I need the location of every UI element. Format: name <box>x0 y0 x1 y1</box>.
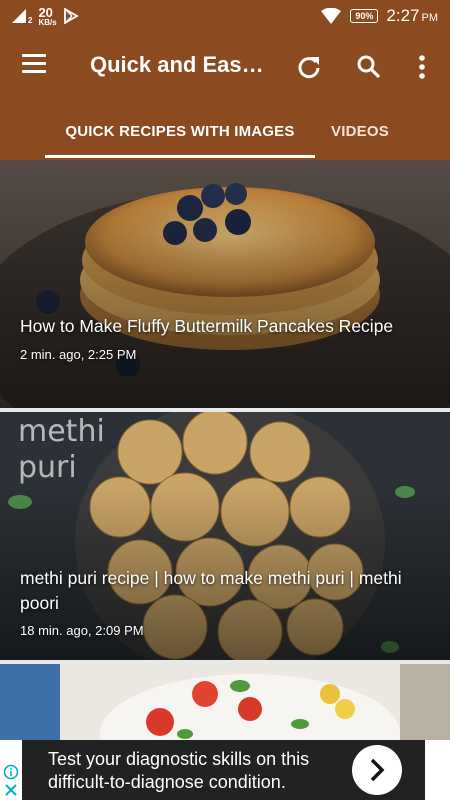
tab-quick-recipes[interactable]: QUICK RECIPES WITH IMAGES <box>45 102 315 160</box>
recipe-card-methi-puri[interactable]: methi puri methi puri recipe | how to ma… <box>0 412 450 660</box>
card-meta: 2 min. ago, 2:25 PM <box>20 346 137 362</box>
tab-bar: QUICK RECIPES WITH IMAGES VIDEOS <box>0 102 450 160</box>
search-icon <box>357 55 381 79</box>
status-left: 2 20 KB/s <box>12 4 79 28</box>
clock-time: 2:27 <box>386 6 420 25</box>
recipe-card-salad[interactable] <box>0 664 450 740</box>
image-overlay-text: methi puri <box>18 414 105 485</box>
card-title: methi puri recipe | how to make methi pu… <box>20 568 402 613</box>
card-text: How to Make Fluffy Buttermilk Pancakes R… <box>20 314 430 362</box>
ad-open-button[interactable] <box>352 745 402 795</box>
menu-icon <box>22 54 48 73</box>
clock-ampm: PM <box>421 12 439 24</box>
sim-label: 2 <box>28 15 33 25</box>
recipe-card-pancakes[interactable]: How to Make Fluffy Buttermilk Pancakes R… <box>0 160 450 408</box>
refresh-button[interactable] <box>292 50 326 84</box>
close-icon[interactable] <box>3 782 19 798</box>
signal-icon <box>12 9 26 23</box>
card-meta: 18 min. ago, 2:09 PM <box>20 623 144 638</box>
app-title: Quick and Eas… <box>90 52 264 77</box>
network-speed: 20 KB/s <box>38 6 56 27</box>
ad-content[interactable]: Test your diagnostic skills on this diff… <box>22 740 425 800</box>
status-right: 90% 2:27 PM <box>320 4 438 28</box>
pancake-image <box>0 160 450 408</box>
search-button[interactable] <box>352 50 386 84</box>
tab-indicator <box>45 155 315 158</box>
play-store-icon <box>63 8 79 24</box>
chevron-right-icon <box>370 758 385 782</box>
salad-image <box>0 664 450 740</box>
battery-indicator: 90% <box>350 9 379 23</box>
wifi-icon <box>321 8 342 24</box>
info-icon[interactable] <box>3 764 19 780</box>
network-speed-unit: KB/s <box>38 17 57 27</box>
refresh-icon <box>298 57 320 79</box>
network-speed-value: 20 <box>38 4 53 20</box>
ad-banner: Test your diagnostic skills on this diff… <box>0 740 450 800</box>
more-options-button[interactable] <box>405 50 439 84</box>
clock: 2:27 PM <box>386 6 438 26</box>
card-title: How to Make Fluffy Buttermilk Pancakes R… <box>20 316 394 336</box>
more-vert-icon <box>419 55 425 79</box>
card-text: methi puri recipe | how to make methi pu… <box>20 566 430 638</box>
ad-text: Test your diagnostic skills on this diff… <box>48 749 310 792</box>
app-bar: Quick and Eas… <box>0 32 450 102</box>
menu-button[interactable] <box>22 54 48 78</box>
status-bar: 2 20 KB/s 90% 2:27 PM <box>0 0 450 32</box>
tab-videos[interactable]: VIDEOS <box>315 102 405 160</box>
